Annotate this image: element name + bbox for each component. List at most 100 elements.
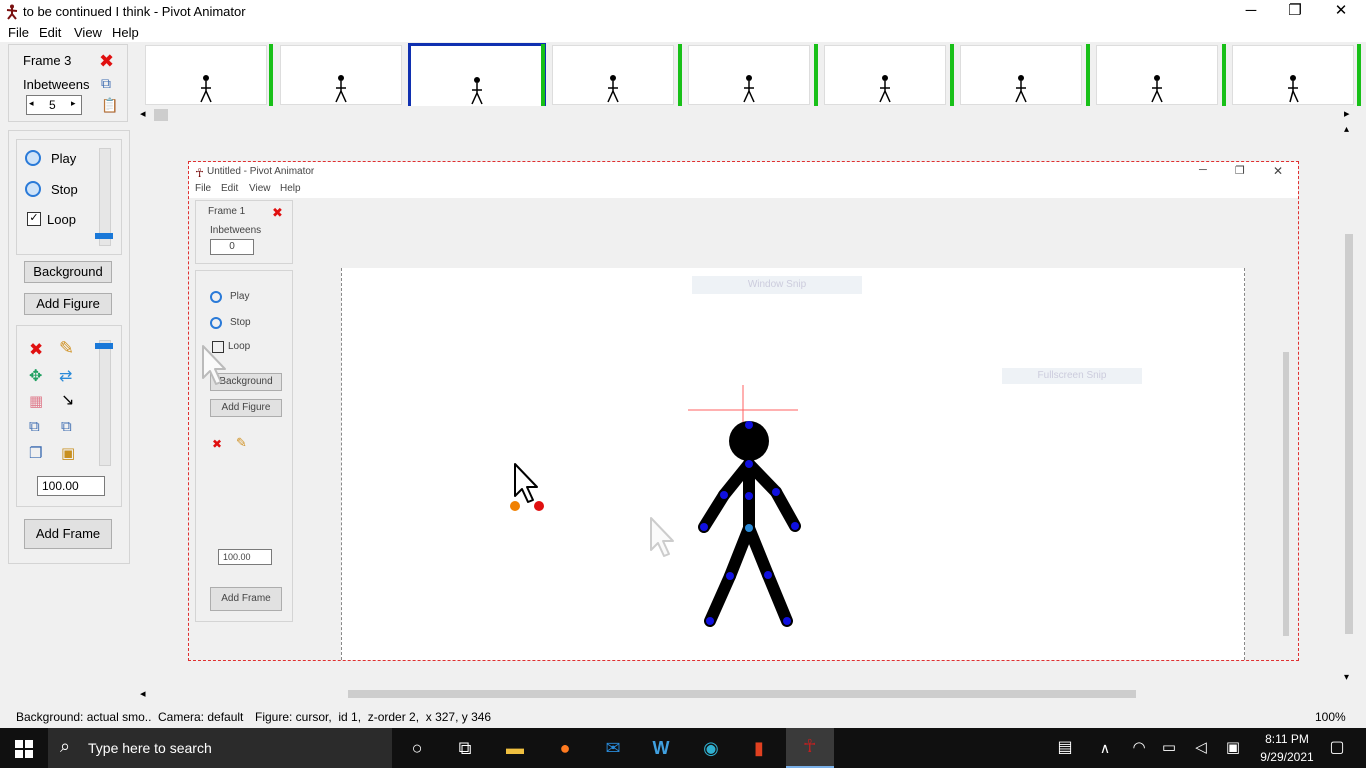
timeline-scroll-thumb[interactable] xyxy=(154,109,168,121)
search-icon: ⌕ xyxy=(60,736,71,756)
joint-handle[interactable] xyxy=(764,571,772,579)
frame-thumbnail-5[interactable] xyxy=(688,45,810,105)
stepper-right-icon[interactable]: ▸ xyxy=(71,98,76,109)
stop-label[interactable]: Stop xyxy=(51,182,78,197)
speed-slider[interactable] xyxy=(95,148,113,246)
menu-file[interactable]: File xyxy=(8,25,29,40)
nested-delete-icon: ✖ xyxy=(272,205,283,220)
canvas-scroll-down-icon[interactable]: ▾ xyxy=(1344,672,1349,683)
canvas-vscroll-thumb[interactable] xyxy=(1345,234,1353,634)
joint-handle[interactable] xyxy=(700,523,708,531)
add-frame-button[interactable]: Add Frame xyxy=(24,519,112,549)
close-button[interactable]: ✕ xyxy=(1318,0,1364,24)
timeline-scrollbar[interactable]: ◂ ▸ xyxy=(136,106,1358,124)
frame-thumbnail-7[interactable] xyxy=(960,45,1082,105)
send-back-icon[interactable]: ⧉ xyxy=(61,418,72,435)
clock-time[interactable]: 8:11 PM xyxy=(1256,732,1318,746)
flip-figure-icon[interactable]: ⇄ xyxy=(59,366,72,386)
joint-handle[interactable] xyxy=(745,524,753,532)
canvas-hscroll-thumb[interactable] xyxy=(348,690,1136,698)
loop-label[interactable]: Loop xyxy=(47,212,76,227)
frame-thumbnail-9[interactable] xyxy=(1232,45,1354,105)
figure-scale-thumb[interactable] xyxy=(95,343,113,349)
figure-scale-slider[interactable] xyxy=(95,340,113,466)
taskbar-search-box[interactable]: ⌕ Type here to search xyxy=(48,728,392,768)
volume-icon[interactable]: ◁ xyxy=(1186,734,1216,762)
maximize-button[interactable]: ❐ xyxy=(1272,0,1318,24)
menu-view[interactable]: View xyxy=(74,25,102,40)
frame-divider xyxy=(541,44,545,106)
minimize-button[interactable]: ─ xyxy=(1228,0,1274,24)
joint-handle[interactable] xyxy=(791,522,799,530)
clock-date[interactable]: 9/29/2021 xyxy=(1254,750,1320,764)
canvas-hscrollbar[interactable]: ◂ xyxy=(136,686,1358,702)
edge-icon[interactable]: ◉ xyxy=(696,734,726,762)
figure-scale-input[interactable]: 100.00 xyxy=(37,476,105,496)
battery-icon[interactable]: ▭ xyxy=(1154,734,1184,762)
joint-handle[interactable] xyxy=(745,492,753,500)
windows-start-icon[interactable] xyxy=(15,740,33,758)
frame-thumbnail-1[interactable] xyxy=(145,45,267,105)
file-explorer-icon[interactable]: ▬ xyxy=(500,734,530,762)
stop-icon[interactable] xyxy=(25,181,41,197)
play-label[interactable]: Play xyxy=(51,151,76,166)
cortana-icon[interactable]: ○ xyxy=(402,734,432,762)
copy-figure-icon[interactable]: ❐ xyxy=(29,444,42,462)
stepper-left-icon[interactable]: ◂ xyxy=(29,98,34,109)
loop-checkbox[interactable]: ✓ xyxy=(27,212,41,226)
frame-divider xyxy=(814,44,818,106)
tray-chevron-icon[interactable]: ∧ xyxy=(1090,734,1120,762)
meet-now-icon[interactable]: ▣ xyxy=(1218,734,1248,762)
stick-figure[interactable] xyxy=(680,380,820,640)
edit-figure-icon[interactable]: ✎ xyxy=(59,338,74,359)
frame-thumbnail-2[interactable] xyxy=(280,45,402,105)
delete-figure-icon[interactable]: ✖ xyxy=(29,340,43,360)
copy-frame-icon[interactable]: ⧉ xyxy=(101,75,111,92)
joint-handle[interactable] xyxy=(783,617,791,625)
joint-handle[interactable] xyxy=(706,617,714,625)
paste-frame-icon[interactable]: 📋 xyxy=(101,97,118,114)
menu-help[interactable]: Help xyxy=(112,25,139,40)
center-figure-icon[interactable]: ✥ xyxy=(29,366,42,386)
joint-handle[interactable] xyxy=(745,460,753,468)
add-figure-button[interactable]: Add Figure xyxy=(24,293,112,315)
scroll-left-icon[interactable]: ◂ xyxy=(140,107,146,120)
delete-frame-icon[interactable]: ✖ xyxy=(99,51,114,72)
play-icon[interactable] xyxy=(25,150,41,166)
notification-icon[interactable]: ▢ xyxy=(1322,734,1352,762)
cursor-figure[interactable] xyxy=(505,462,550,517)
nested-window-title: Untitled - Pivot Animator xyxy=(207,166,315,177)
frame-thumbnail-selected[interactable] xyxy=(408,43,546,109)
nested-add-frame-button: Add Frame xyxy=(210,587,282,611)
menu-edit[interactable]: Edit xyxy=(39,25,61,40)
joint-handle[interactable] xyxy=(720,491,728,499)
task-view-icon[interactable]: ⧉ xyxy=(450,734,480,762)
joint-handle-orange[interactable] xyxy=(510,501,520,511)
app-w-icon[interactable]: W xyxy=(646,734,676,762)
office-icon[interactable]: ▮ xyxy=(744,734,774,762)
mail-icon[interactable]: ✉ xyxy=(598,734,628,762)
join-figure-icon[interactable]: ↘ xyxy=(61,390,74,410)
scroll-right-icon[interactable]: ▸ xyxy=(1344,107,1350,120)
canvas-scroll-left-icon[interactable]: ◂ xyxy=(140,687,146,700)
joint-handle-red[interactable] xyxy=(534,501,544,511)
paste-figure-icon[interactable]: ▣ xyxy=(61,444,75,462)
news-icon[interactable]: ▤ xyxy=(1050,734,1080,762)
frame-divider xyxy=(678,44,682,106)
speed-slider-thumb[interactable] xyxy=(95,233,113,239)
frame-thumbnail-4[interactable] xyxy=(552,45,674,105)
bring-front-icon[interactable]: ⧉ xyxy=(29,418,40,435)
frame-thumbnail-6[interactable] xyxy=(824,45,946,105)
frame-thumbnail-8[interactable] xyxy=(1096,45,1218,105)
canvas-scroll-up-icon[interactable]: ▴ xyxy=(1344,124,1349,135)
joint-handle[interactable] xyxy=(772,488,780,496)
background-button[interactable]: Background xyxy=(24,261,112,283)
wifi-icon[interactable]: ◠ xyxy=(1124,734,1154,762)
pivot-taskbar-button[interactable]: ☥ xyxy=(786,728,834,768)
joint-handle[interactable] xyxy=(726,572,734,580)
canvas-vscrollbar[interactable]: ▴ ▾ xyxy=(1340,124,1358,686)
firefox-icon[interactable]: ● xyxy=(550,734,580,762)
joint-handle[interactable] xyxy=(745,421,753,429)
color-figure-icon[interactable]: ▦ xyxy=(29,392,43,410)
inbetweens-stepper[interactable]: ◂ 5 ▸ xyxy=(26,95,82,115)
